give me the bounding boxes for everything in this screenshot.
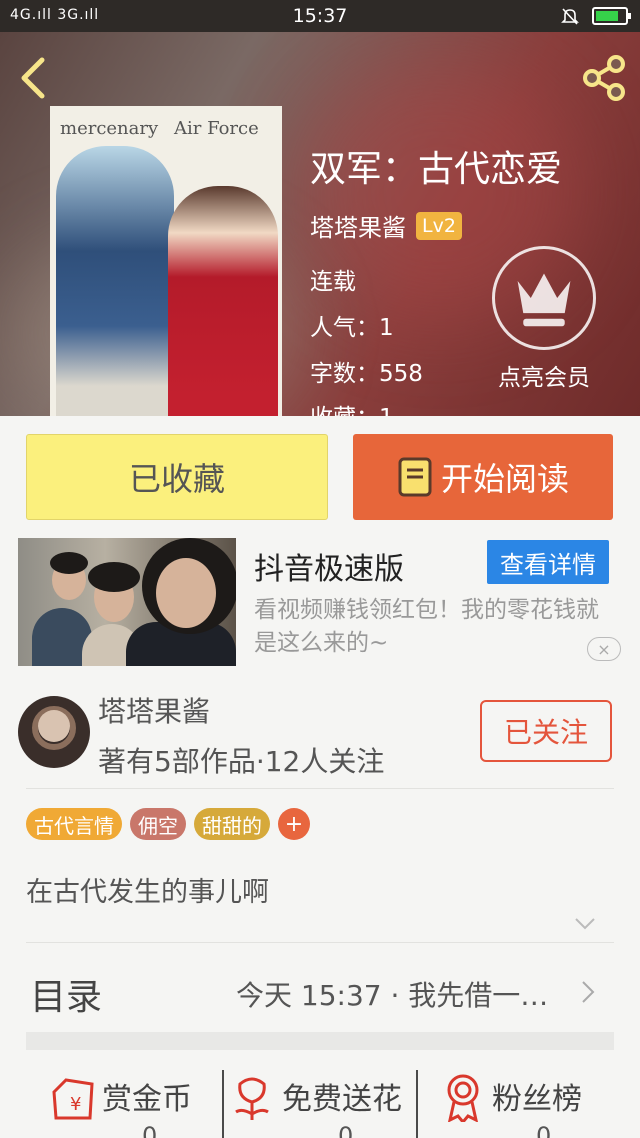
book-header: mercenary Air Force 双军：古代恋爱 塔塔果酱 Lv2 连载 … <box>0 32 640 416</box>
send-flowers-count: 0 <box>338 1122 354 1138</box>
author-name[interactable]: 塔塔果酱 <box>310 208 406 243</box>
book-cover[interactable]: mercenary Air Force <box>50 106 282 416</box>
author-stats: 著有5部作品·12人关注 <box>98 745 385 778</box>
toc-label[interactable]: 目录 <box>30 968 102 1020</box>
close-icon: × <box>597 639 611 659</box>
cover-caption-left: mercenary <box>60 118 159 139</box>
collected-label: 已收藏 <box>128 460 225 498</box>
tag-item[interactable]: 佣空 <box>130 808 186 840</box>
status-icons <box>560 6 631 26</box>
fan-ranking-button[interactable]: 粉丝榜 <box>442 1070 582 1122</box>
toc-latest-chapter[interactable]: 今天 15:37 · 我先借一… <box>236 974 548 1014</box>
status-bar: 4G.ıll 3G.ıll 15:37 <box>0 0 640 32</box>
divider <box>26 942 614 943</box>
fan-ranking-count: 0 <box>536 1122 552 1138</box>
ad-description: 看视频赚钱领红包！我的零花钱就是这么来的~ <box>254 597 599 656</box>
reward-coins-count: 0 <box>142 1122 158 1138</box>
mute-bell-icon <box>561 8 579 25</box>
status-time: 15:37 <box>292 5 348 27</box>
cover-caption-right: Air Force <box>174 118 259 139</box>
cover-figure-left <box>56 146 174 416</box>
book-icon <box>398 457 432 497</box>
section-separator <box>26 1032 614 1050</box>
flower-icon <box>235 1077 269 1120</box>
crown-icon[interactable] <box>492 246 596 350</box>
chevron-right-icon[interactable] <box>580 980 596 1004</box>
send-flowers-label: 免费送花 <box>282 1082 402 1117</box>
word-count: 字数：558 <box>310 361 423 387</box>
start-reading-button[interactable]: 开始阅读 <box>353 434 613 520</box>
ad-detail-button[interactable]: 查看详情 <box>487 540 609 584</box>
author-line: 塔塔果酱 Lv2 <box>310 208 462 243</box>
ad-detail-label: 查看详情 <box>500 550 596 579</box>
popularity: 人气：1 <box>310 315 394 341</box>
reward-coins-button[interactable]: ¥ 赏金币 <box>48 1070 192 1122</box>
tag-item[interactable]: 古代言情 <box>26 808 122 840</box>
ad-close-button[interactable]: × <box>587 637 621 661</box>
level-badge: Lv2 <box>416 211 462 240</box>
back-arrow-icon[interactable] <box>14 54 54 102</box>
author-block-name[interactable]: 塔塔果酱 <box>98 690 210 730</box>
vip-label[interactable]: 点亮会员 <box>476 358 612 392</box>
vertical-separator <box>222 1070 224 1138</box>
cover-figure-right <box>168 186 278 416</box>
add-tag-button[interactable]: + <box>278 808 310 840</box>
tag-item[interactable]: 甜甜的 <box>194 808 270 840</box>
reward-coins-label: 赏金币 <box>102 1082 192 1117</box>
serial-status: 连载 <box>310 269 356 295</box>
book-summary: 在古代发生的事儿啊 <box>26 877 269 908</box>
svg-text:¥: ¥ <box>70 1094 81 1115</box>
coin-icon: ¥ <box>52 1078 94 1120</box>
ad-title[interactable]: 抖音极速版 <box>254 544 404 588</box>
tag-list: 古代言情 佣空 甜甜的 + <box>26 808 310 840</box>
divider <box>26 788 614 789</box>
collection-count: 收藏：1 <box>310 398 394 416</box>
follow-button[interactable]: 已关注 <box>480 700 612 762</box>
battery-icon <box>592 7 631 25</box>
share-icon[interactable] <box>578 52 630 104</box>
start-reading-label: 开始阅读 <box>440 460 569 498</box>
vertical-separator <box>416 1070 418 1138</box>
follow-label: 已关注 <box>503 716 588 749</box>
medal-icon <box>447 1074 479 1122</box>
send-flowers-button[interactable]: 免费送花 <box>230 1070 402 1122</box>
book-title: 双军：古代恋爱 <box>310 149 563 190</box>
collected-button[interactable]: 已收藏 <box>26 434 328 520</box>
ad-image[interactable] <box>18 538 236 666</box>
author-avatar[interactable] <box>18 696 90 768</box>
chevron-down-icon[interactable] <box>574 916 596 932</box>
fan-ranking-label: 粉丝榜 <box>492 1082 582 1117</box>
